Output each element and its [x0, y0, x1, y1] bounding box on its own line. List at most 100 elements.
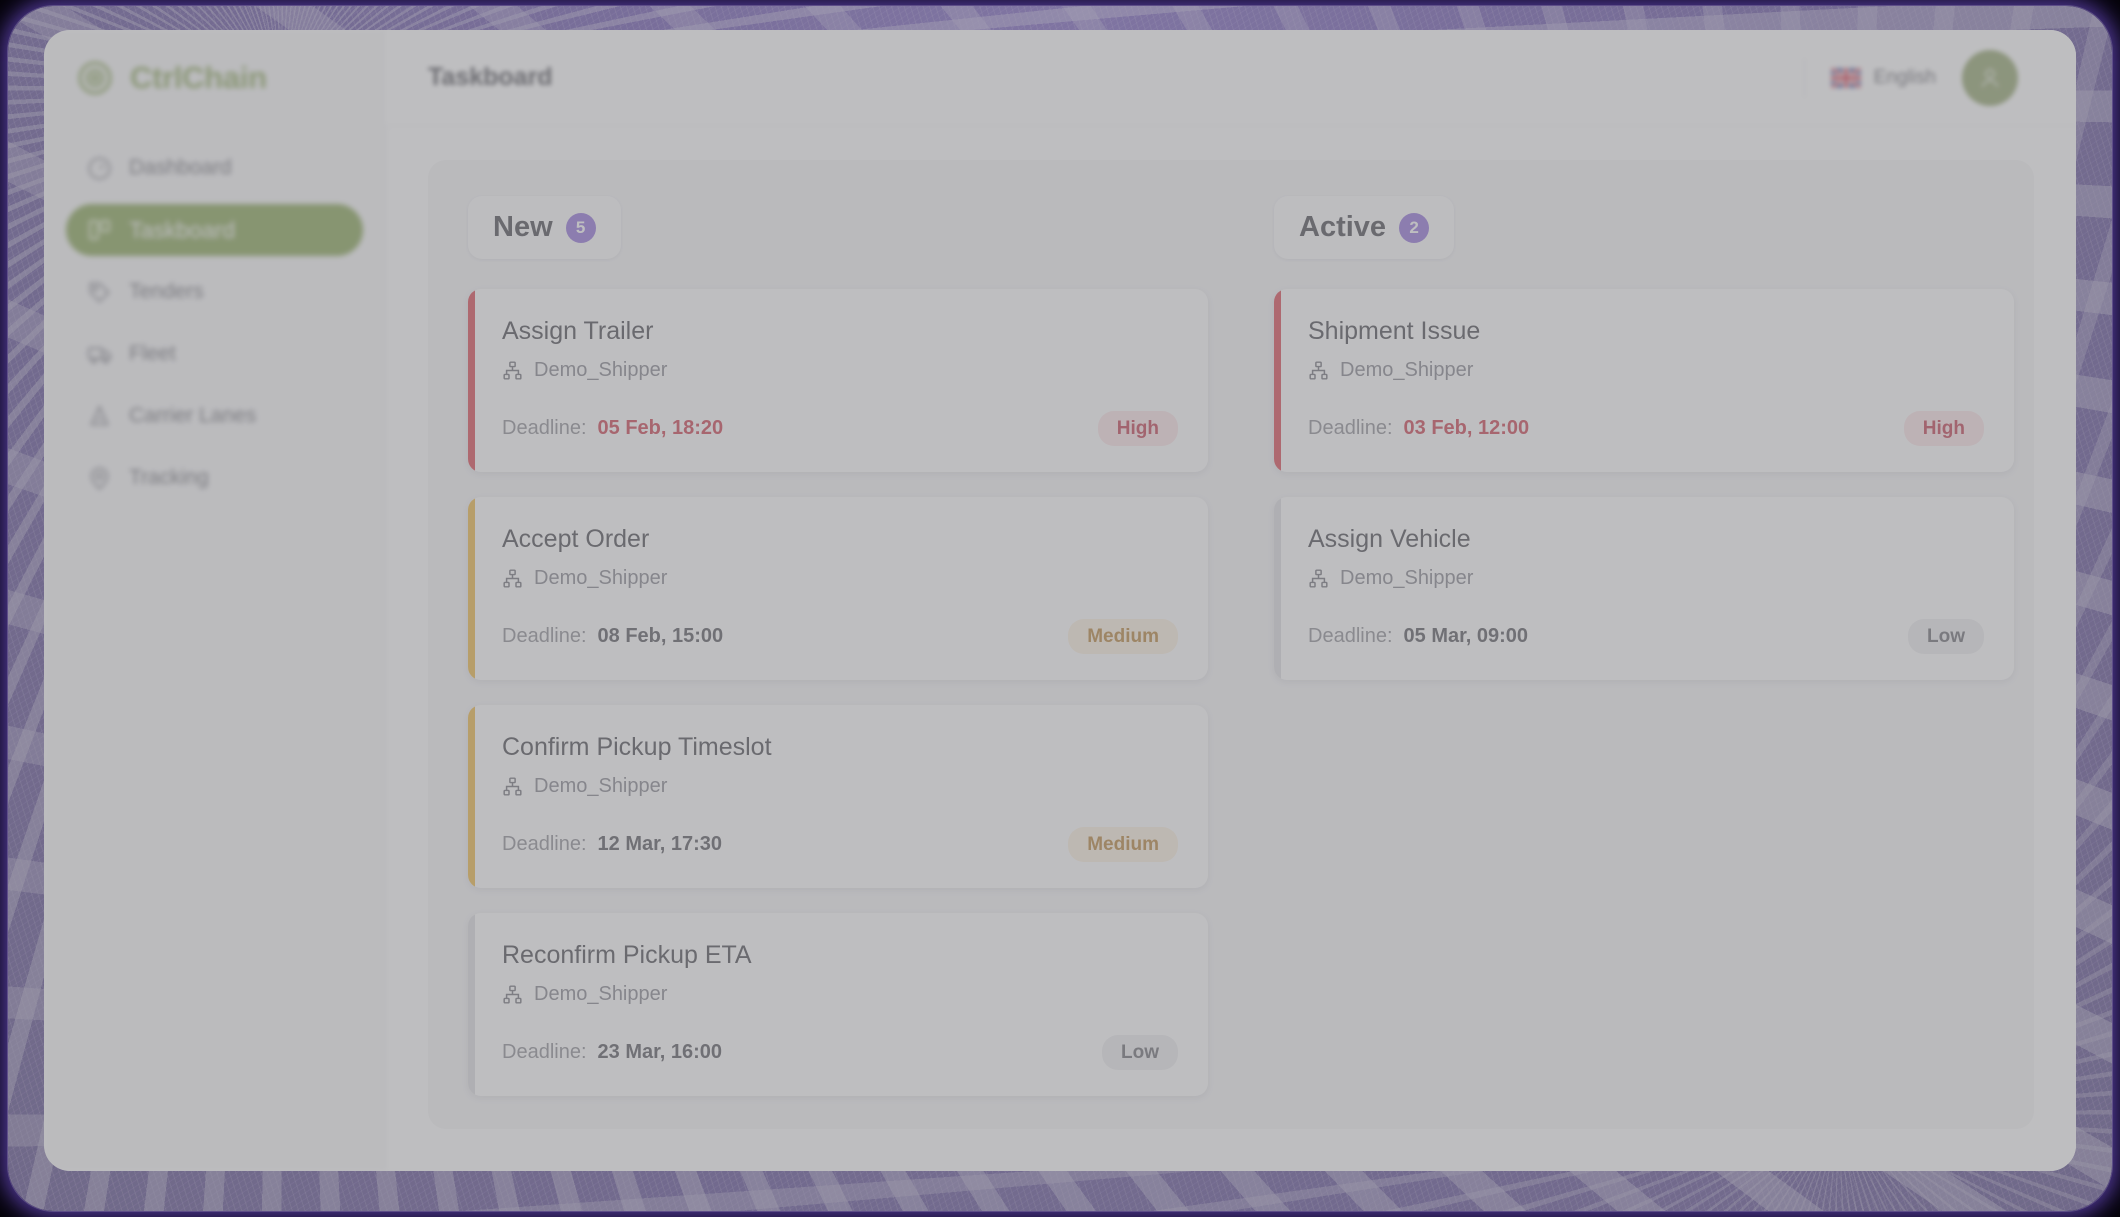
topbar: Taskboard English	[386, 30, 2076, 126]
deadline: Deadline: 05 Feb, 18:20	[502, 417, 723, 440]
org-chart-icon	[503, 985, 522, 1004]
avatar[interactable]	[1962, 49, 2018, 106]
sidebar-item-fleet[interactable]: Fleet	[66, 328, 363, 380]
priority-accent-bar	[468, 913, 475, 1096]
card-list: Shipment Issue Demo_Shipper Deadline: 03 Fe…	[1274, 289, 2014, 680]
deadline-value: 12 Mar, 17:30	[597, 833, 723, 855]
card-list: Assign Trailer Demo_Shipper Deadline: 05 Fe…	[468, 289, 1208, 1096]
sidebar-item-tenders[interactable]: Tenders	[66, 266, 363, 318]
deadline-label: Deadline:	[1308, 417, 1393, 439]
org-name: Demo_Shipper	[534, 567, 668, 589]
org-chart-icon	[503, 361, 522, 380]
task-org: Demo_Shipper	[1308, 567, 1984, 590]
sidebar-item-carrier-lanes[interactable]: Carrier Lanes	[66, 390, 363, 442]
main-region: Taskboard English New 5 Assign Trailer D…	[386, 30, 2076, 1171]
task-footer: Deadline: 08 Feb, 15:00 Medium	[502, 619, 1178, 654]
deadline: Deadline: 08 Feb, 15:00	[502, 625, 723, 648]
task-title: Assign Trailer	[502, 317, 654, 345]
task-card[interactable]: Confirm Pickup Timeslot Demo_Shipper Deadl…	[468, 705, 1208, 888]
task-card[interactable]: Assign Vehicle Demo_Shipper Deadline: 05 Ma…	[1274, 497, 2014, 680]
deadline-label: Deadline:	[502, 417, 587, 439]
sidebar-item-label: Carrier Lanes	[129, 404, 257, 427]
org-name: Demo_Shipper	[1340, 359, 1474, 381]
priority-accent-bar	[468, 497, 475, 680]
org-chart-icon	[503, 777, 522, 796]
tag-icon	[89, 281, 110, 303]
task-footer: Deadline: 05 Feb, 18:20 High	[502, 411, 1178, 446]
deadline-value: 23 Mar, 16:00	[597, 1041, 723, 1063]
gauge-icon	[88, 156, 111, 180]
org-chart-icon	[1309, 569, 1328, 588]
org-chart-icon	[503, 569, 522, 588]
task-card[interactable]: Assign Trailer Demo_Shipper Deadline: 05 Fe…	[468, 289, 1208, 472]
column-header[interactable]: New 5	[468, 196, 621, 259]
route-icon	[90, 403, 109, 425]
task-card[interactable]: Accept Order Demo_Shipper Deadline: 08 Feb,…	[468, 497, 1208, 680]
priority-badge: Low	[1908, 619, 1984, 654]
topbar-divider	[1803, 57, 1805, 98]
brand-logo[interactable]: CtrlChain	[66, 30, 363, 126]
priority-badge: Low	[1102, 1035, 1178, 1070]
column-count-badge: 2	[1399, 212, 1430, 243]
task-footer: Deadline: 03 Feb, 12:00 High	[1308, 411, 1984, 446]
uk-flag-icon	[1830, 66, 1861, 89]
task-org: Demo_Shipper	[502, 359, 1178, 382]
language-label: English	[1873, 66, 1936, 88]
priority-accent-bar	[1274, 497, 1281, 680]
task-org: Demo_Shipper	[1308, 359, 1984, 382]
org-name: Demo_Shipper	[534, 983, 668, 1005]
language-switcher[interactable]: English	[1830, 66, 1936, 89]
deadline: Deadline: 23 Mar, 16:00	[502, 1041, 722, 1064]
brand-name: CtrlChain	[130, 60, 267, 95]
task-card[interactable]: Reconfirm Pickup ETA Demo_Shipper Deadline…	[468, 913, 1208, 1096]
column-title: New	[493, 211, 553, 243]
truck-icon	[87, 346, 112, 364]
board-column: Active 2 Shipment Issue Demo_Shipper Deadlin…	[1274, 196, 2014, 680]
sidebar-nav: Dashboard Taskboard Tenders Fleet Carrie…	[66, 142, 363, 504]
task-footer: Deadline: 23 Mar, 16:00 Low	[502, 1035, 1178, 1070]
deadline-label: Deadline:	[1308, 625, 1393, 647]
priority-badge: High	[1903, 411, 1984, 446]
app-window: CtrlChain Dashboard Taskboard Tenders Fl…	[44, 30, 2076, 1171]
column-header[interactable]: Active 2	[1274, 196, 1455, 259]
task-org: Demo_Shipper	[502, 983, 1178, 1006]
deadline-label: Deadline:	[502, 625, 587, 647]
sidebar: CtrlChain Dashboard Taskboard Tenders Fl…	[44, 30, 386, 1171]
kanban-icon	[88, 219, 111, 240]
task-title: Accept Order	[502, 525, 650, 553]
priority-badge: Medium	[1068, 619, 1178, 654]
priority-accent-bar	[1274, 289, 1281, 472]
task-footer: Deadline: 12 Mar, 17:30 Medium	[502, 827, 1178, 862]
org-name: Demo_Shipper	[534, 775, 668, 797]
task-title: Assign Vehicle	[1308, 525, 1471, 553]
taskboard-panel: New 5 Assign Trailer Demo_Shipper Deadline: 0…	[428, 160, 2034, 1129]
deadline: Deadline: 03 Feb, 12:00	[1308, 417, 1529, 440]
sidebar-item-taskboard[interactable]: Taskboard	[66, 204, 363, 256]
task-card[interactable]: Shipment Issue Demo_Shipper Deadline: 03 Fe…	[1274, 289, 2014, 472]
priority-badge: Medium	[1068, 827, 1178, 862]
priority-accent-bar	[468, 289, 475, 472]
column-title: Active	[1299, 211, 1387, 243]
board-scroll-area[interactable]: New 5 Assign Trailer Demo_Shipper Deadline: 0…	[386, 126, 2076, 1171]
task-title: Reconfirm Pickup ETA	[502, 941, 752, 969]
task-footer: Deadline: 05 Mar, 09:00 Low	[1308, 619, 1984, 654]
sidebar-item-label: Tracking	[129, 466, 209, 489]
task-org: Demo_Shipper	[502, 567, 1178, 590]
user-icon	[1981, 68, 1999, 87]
org-chart-icon	[1309, 361, 1328, 380]
board-column: New 5 Assign Trailer Demo_Shipper Deadline: 0…	[468, 196, 1208, 1096]
deadline-value: 05 Feb, 18:20	[597, 417, 724, 439]
sidebar-item-tracking[interactable]: Tracking	[66, 452, 363, 504]
deadline-value: 05 Mar, 09:00	[1403, 625, 1529, 647]
target-circle-icon	[78, 61, 112, 95]
task-title: Confirm Pickup Timeslot	[502, 733, 772, 761]
topbar-actions: English	[1803, 49, 2018, 106]
sidebar-item-label: Tenders	[129, 280, 204, 303]
deadline-label: Deadline:	[502, 1041, 587, 1063]
sidebar-item-dashboard[interactable]: Dashboard	[66, 142, 363, 194]
org-name: Demo_Shipper	[534, 359, 668, 381]
device-frame: CtrlChain Dashboard Taskboard Tenders Fl…	[8, 6, 2112, 1211]
task-org: Demo_Shipper	[502, 775, 1178, 798]
page-title: Taskboard	[428, 63, 553, 91]
priority-accent-bar	[468, 705, 475, 888]
